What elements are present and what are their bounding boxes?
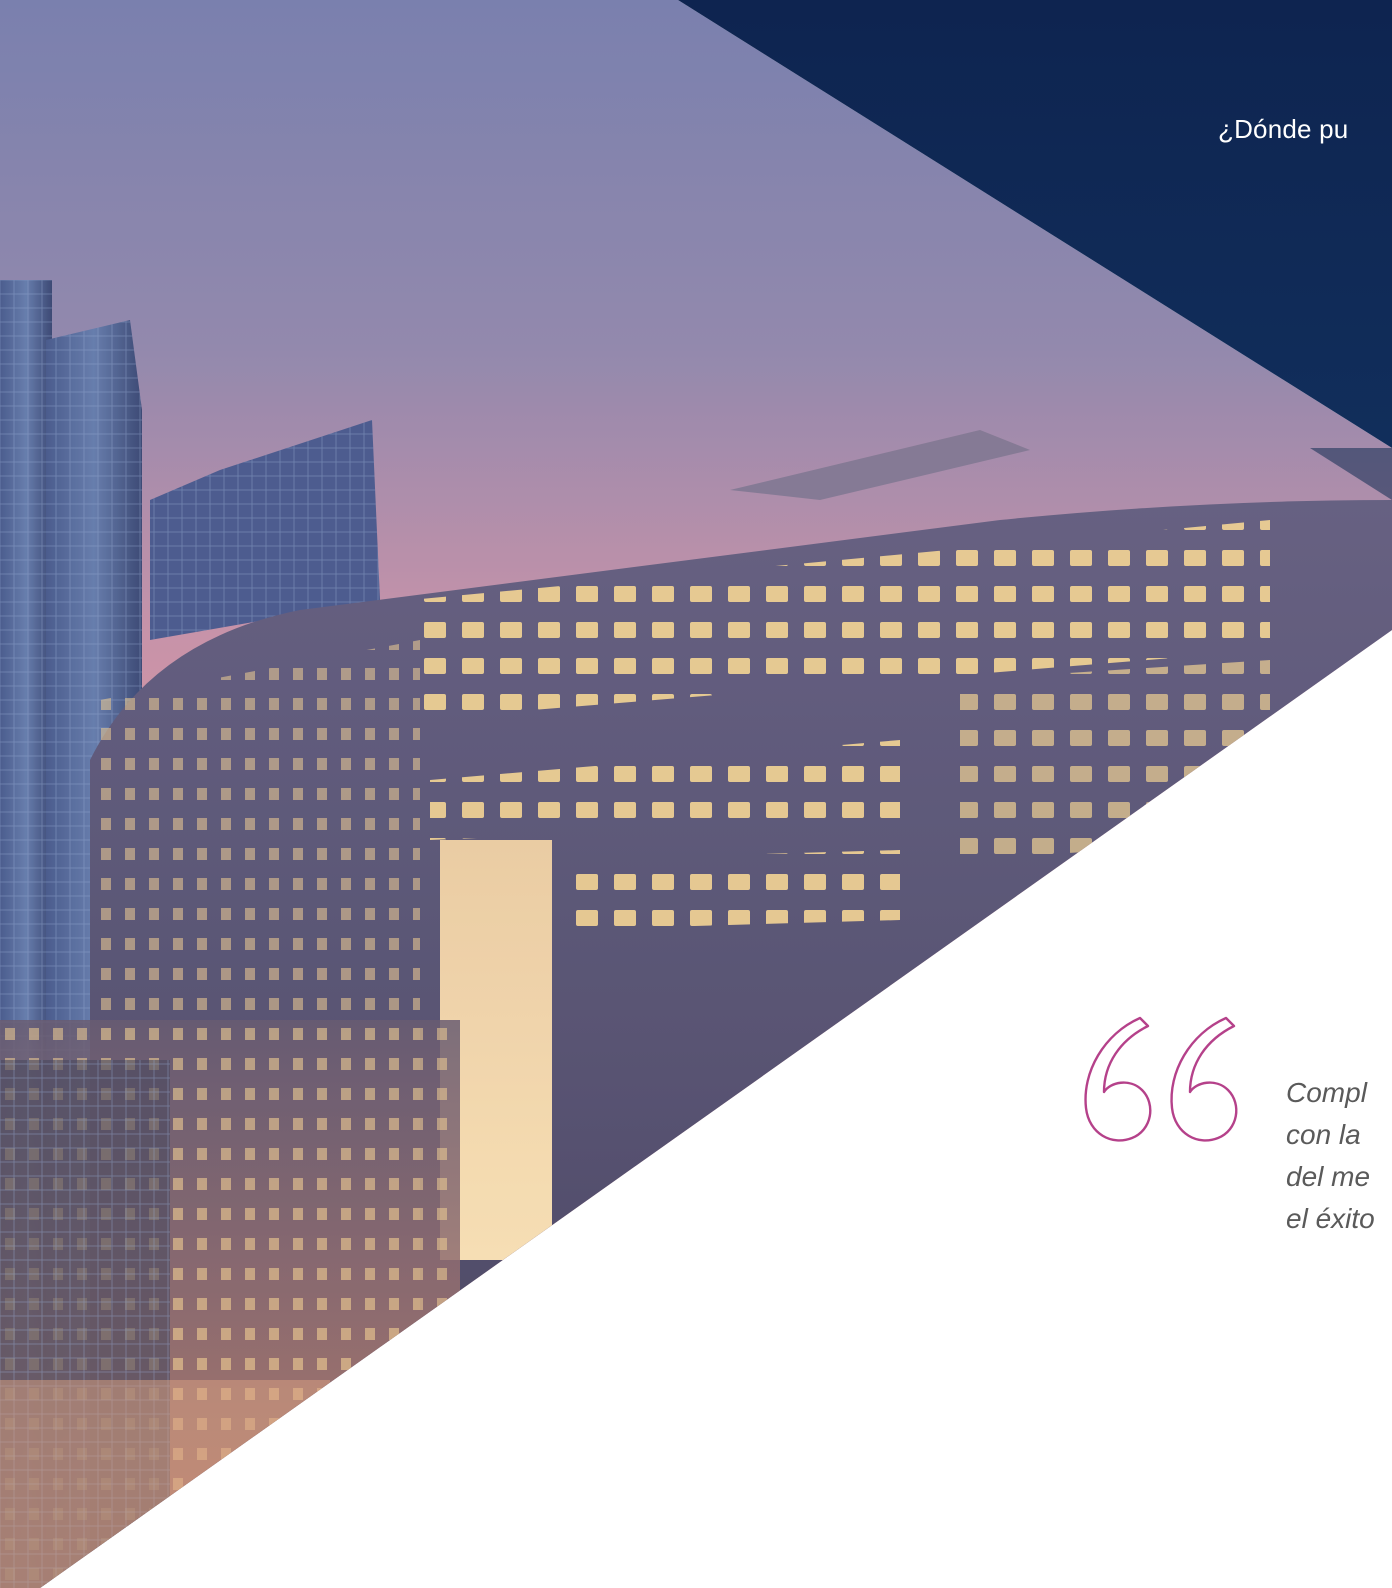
quote-line-3: del me [1286, 1161, 1371, 1192]
quote-line-2: con la [1286, 1119, 1361, 1150]
where-question-link[interactable]: ¿Dónde pu [1218, 114, 1348, 145]
page: ¿Dónde pu Compl con la del me el éxito [0, 0, 1392, 1588]
quote-line-4: el éxito [1286, 1203, 1375, 1234]
quote-line-1: Compl [1286, 1077, 1367, 1108]
quote-text: Compl con la del me el éxito [1286, 1072, 1392, 1240]
quote-open-icon [1078, 1012, 1254, 1152]
